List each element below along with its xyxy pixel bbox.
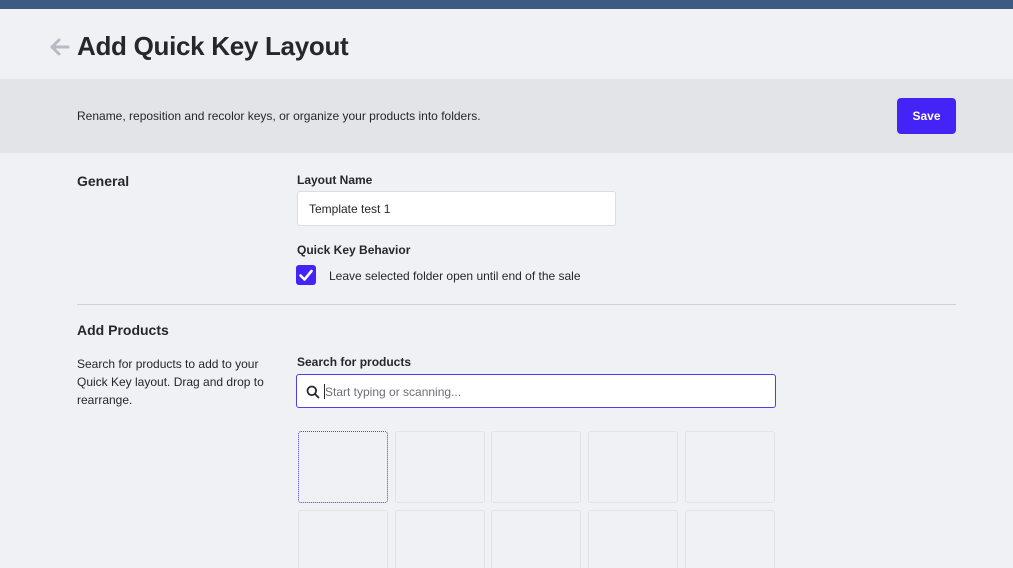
- checkmark-icon: [299, 269, 313, 281]
- section-divider: [77, 304, 956, 305]
- quick-key-slot[interactable]: [685, 510, 775, 568]
- page-title: Add Quick Key Layout: [77, 31, 349, 61]
- layout-name-input[interactable]: [297, 191, 616, 226]
- quick-key-slot[interactable]: [588, 510, 678, 568]
- general-section-title: General: [77, 173, 130, 189]
- banner-text: Rename, reposition and recolor keys, or …: [77, 109, 481, 123]
- quick-key-slot[interactable]: [588, 431, 678, 503]
- search-products-input[interactable]: [325, 382, 765, 402]
- quick-key-slot[interactable]: [298, 510, 388, 568]
- search-products-label: Search for products: [297, 355, 412, 369]
- quick-key-slot[interactable]: [685, 431, 775, 503]
- layout-name-label: Layout Name: [297, 173, 373, 187]
- info-banner: Rename, reposition and recolor keys, or …: [0, 79, 1013, 153]
- quick-key-behavior-label: Quick Key Behavior: [297, 243, 411, 257]
- quick-key-slot[interactable]: [395, 431, 485, 503]
- page-header: Add Quick Key Layout: [0, 9, 1013, 79]
- add-products-section-title: Add Products: [77, 322, 169, 338]
- search-products-field[interactable]: [296, 374, 776, 408]
- add-products-description: Search for products to add to your Quick…: [77, 357, 264, 407]
- quick-key-slot[interactable]: [395, 510, 485, 568]
- quick-key-slot[interactable]: [491, 510, 581, 568]
- text-caret: [324, 384, 325, 399]
- keep-folder-open-checkbox[interactable]: [296, 265, 316, 285]
- top-bar: [0, 0, 1013, 9]
- keep-folder-open-label[interactable]: Leave selected folder open until end of …: [329, 269, 581, 283]
- search-icon: [306, 385, 320, 399]
- save-button[interactable]: Save: [897, 98, 956, 134]
- quick-key-slot-active[interactable]: [298, 431, 388, 503]
- back-arrow-icon[interactable]: [49, 36, 71, 58]
- quick-key-slot[interactable]: [491, 431, 581, 503]
